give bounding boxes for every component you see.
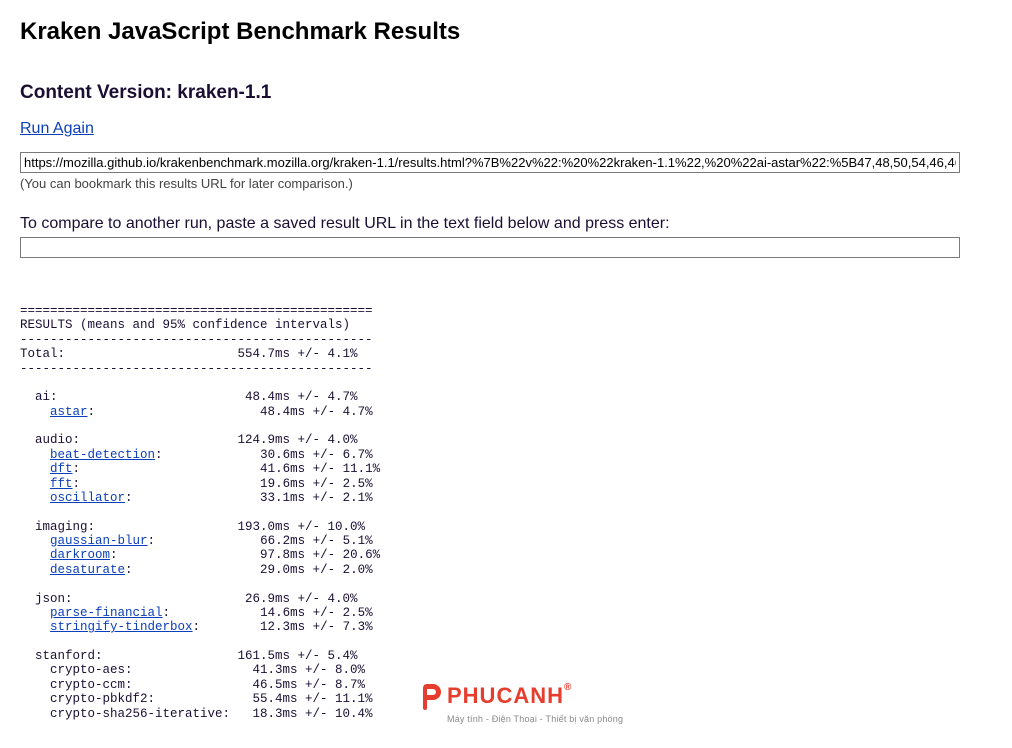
results-sep-eq: ========================================… [20, 304, 373, 318]
page-title: Kraken JavaScript Benchmark Results [20, 18, 992, 46]
results-json-pf: : 14.6ms +/- 2.5% [163, 606, 373, 620]
compare-url-row [20, 237, 992, 258]
link-oscillator[interactable]: oscillator [50, 491, 125, 505]
link-dft[interactable]: dft [50, 462, 73, 476]
results-json-st: : 12.3ms +/- 7.3% [193, 620, 373, 634]
page: Kraken JavaScript Benchmark Results Cont… [0, 0, 1012, 741]
results-audio-osc: : 33.1ms +/- 2.1% [125, 491, 373, 505]
run-again-row: Run Again [20, 120, 992, 138]
results-json: json: 26.9ms +/- 4.0% [20, 592, 358, 606]
results-audio: audio: 124.9ms +/- 4.0% [20, 433, 358, 447]
link-fft[interactable]: fft [50, 477, 73, 491]
results-stan-sha: crypto-sha256-iterative: 18.3ms +/- 10.4… [20, 707, 373, 721]
results-audio-dft: : 41.6ms +/- 11.1% [73, 462, 381, 476]
link-beat-detection[interactable]: beat-detection [50, 448, 155, 462]
results-total: Total: 554.7ms +/- 4.1% [20, 347, 358, 361]
run-again-link[interactable]: Run Again [20, 120, 94, 137]
link-gaussian-blur[interactable]: gaussian-blur [50, 534, 148, 548]
results-block: ========================================… [20, 304, 992, 721]
results-imaging: imaging: 193.0ms +/- 10.0% [20, 520, 365, 534]
results-stanford: stanford: 161.5ms +/- 5.4% [20, 649, 358, 663]
results-stan-ccm: crypto-ccm: 46.5ms +/- 8.7% [20, 678, 365, 692]
link-astar[interactable]: astar [50, 405, 88, 419]
link-stringify-tinderbox[interactable]: stringify-tinderbox [50, 620, 193, 634]
content-version-heading: Content Version: kraken-1.1 [20, 82, 992, 104]
link-darkroom[interactable]: darkroom [50, 548, 110, 562]
results-img-gb: : 66.2ms +/- 5.1% [148, 534, 373, 548]
link-parse-financial[interactable]: parse-financial [50, 606, 163, 620]
results-header: RESULTS (means and 95% confidence interv… [20, 318, 350, 332]
result-url-input[interactable] [20, 152, 960, 173]
results-sep-dash: ----------------------------------------… [20, 333, 373, 347]
results-ai: ai: 48.4ms +/- 4.7% [20, 390, 358, 404]
results-ai-astar: : 48.4ms +/- 4.7% [88, 405, 373, 419]
results-img-dr: : 97.8ms +/- 20.6% [110, 548, 380, 562]
results-audio-bd: : 30.6ms +/- 6.7% [155, 448, 373, 462]
link-desaturate[interactable]: desaturate [50, 563, 125, 577]
bookmark-hint: (You can bookmark this results URL for l… [20, 176, 992, 191]
result-url-row: (You can bookmark this results URL for l… [20, 152, 992, 191]
compare-label: To compare to another run, paste a saved… [20, 215, 992, 233]
compare-url-input[interactable] [20, 237, 960, 258]
results-sep: ----------------------------------------… [20, 362, 373, 376]
results-audio-fft: : 19.6ms +/- 2.5% [73, 477, 373, 491]
results-stan-pbk: crypto-pbkdf2: 55.4ms +/- 11.1% [20, 692, 373, 706]
results-stan-aes: crypto-aes: 41.3ms +/- 8.0% [20, 663, 365, 677]
results-img-ds: : 29.0ms +/- 2.0% [125, 563, 373, 577]
